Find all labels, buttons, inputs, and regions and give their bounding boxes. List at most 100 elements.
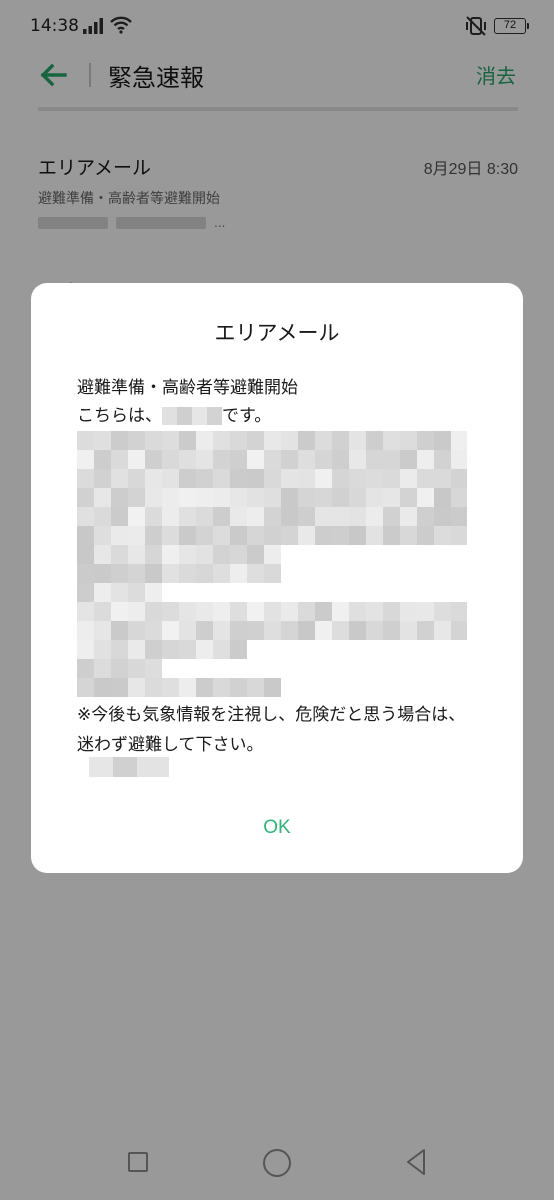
mosaic-cell xyxy=(332,488,349,507)
recent-apps-button[interactable] xyxy=(128,1152,148,1172)
dialog-line-2: こちらは、 です。 xyxy=(77,402,497,430)
mosaic-cell xyxy=(128,431,145,450)
mosaic-cell xyxy=(264,545,281,564)
mosaic-cell xyxy=(230,545,247,564)
mosaic-cell xyxy=(128,526,145,545)
mosaic-cell xyxy=(383,526,400,545)
mosaic-cell xyxy=(230,678,247,697)
mosaic-cell xyxy=(247,507,264,526)
mosaic-cell xyxy=(213,431,230,450)
mosaic-cell xyxy=(366,602,383,621)
mosaic-cell xyxy=(145,678,162,697)
nav-back-button[interactable] xyxy=(404,1148,428,1176)
dialog-line-2-suffix: です。 xyxy=(222,406,272,426)
mosaic-cell xyxy=(111,450,128,469)
mosaic-cell xyxy=(94,431,111,450)
mosaic-cell xyxy=(332,507,349,526)
mosaic-cell xyxy=(196,488,213,507)
home-button[interactable] xyxy=(263,1149,291,1177)
mosaic-cell xyxy=(383,621,400,640)
mosaic-cell xyxy=(77,545,94,564)
mosaic-cell xyxy=(349,507,366,526)
mosaic-cell xyxy=(179,526,196,545)
mosaic-cell xyxy=(162,526,179,545)
mosaic-cell xyxy=(247,545,264,564)
mosaic-cell xyxy=(451,469,467,488)
mosaic-cell xyxy=(230,564,247,583)
mosaic-cell xyxy=(247,526,264,545)
mosaic-cell xyxy=(94,640,111,659)
mosaic-cell xyxy=(417,621,434,640)
mosaic-cell xyxy=(196,469,213,488)
mosaic-cell xyxy=(77,507,94,526)
mosaic-cell xyxy=(451,488,467,507)
mosaic-cell xyxy=(298,602,315,621)
mosaic-cell xyxy=(128,583,145,602)
mosaic-cell xyxy=(162,507,179,526)
mosaic-cell xyxy=(77,431,94,450)
mosaic-cell xyxy=(451,602,467,621)
mosaic-cell xyxy=(111,507,128,526)
mosaic-cell xyxy=(281,526,298,545)
mosaic-cell xyxy=(417,469,434,488)
mosaic-cell xyxy=(366,526,383,545)
mosaic-cell xyxy=(366,469,383,488)
mosaic-cell xyxy=(264,450,281,469)
mosaic-cell xyxy=(298,526,315,545)
mosaic-cell xyxy=(213,545,230,564)
mosaic-cell xyxy=(111,488,128,507)
mosaic-cell xyxy=(162,564,179,583)
mosaic-cell xyxy=(196,507,213,526)
mosaic-cell xyxy=(366,488,383,507)
mosaic-cell xyxy=(128,640,145,659)
mosaic-cell xyxy=(366,621,383,640)
mosaic-cell xyxy=(400,602,417,621)
mosaic-cell xyxy=(145,450,162,469)
mosaic-cell xyxy=(179,640,196,659)
mosaic-cell xyxy=(196,526,213,545)
mosaic-cell xyxy=(94,621,111,640)
mosaic-cell xyxy=(264,526,281,545)
redacted-text xyxy=(162,407,222,425)
mosaic-cell xyxy=(94,564,111,583)
mosaic-cell xyxy=(128,545,145,564)
ok-button[interactable]: OK xyxy=(31,817,523,839)
mosaic-cell xyxy=(94,678,111,697)
mosaic-cell xyxy=(451,507,467,526)
mosaic-cell xyxy=(451,621,467,640)
mosaic-cell xyxy=(94,507,111,526)
dialog-line-1: 避難準備・高齢者等避難開始 xyxy=(77,378,298,398)
mosaic-cell xyxy=(128,450,145,469)
mosaic-cell xyxy=(179,621,196,640)
mosaic-cell xyxy=(196,564,213,583)
mosaic-cell xyxy=(179,545,196,564)
mosaic-cell xyxy=(111,469,128,488)
mosaic-cell xyxy=(298,450,315,469)
mosaic-cell xyxy=(247,431,264,450)
mosaic-cell xyxy=(179,431,196,450)
mosaic-cell xyxy=(128,469,145,488)
mosaic-cell xyxy=(366,431,383,450)
mosaic-cell xyxy=(179,507,196,526)
mosaic-cell xyxy=(162,545,179,564)
mosaic-cell xyxy=(162,469,179,488)
dialog-title: エリアメール xyxy=(214,321,340,345)
mosaic-cell xyxy=(434,488,451,507)
mosaic-cell xyxy=(196,450,213,469)
mosaic-cell xyxy=(128,659,145,678)
mosaic-cell xyxy=(162,431,179,450)
mosaic-cell xyxy=(400,621,417,640)
mosaic-cell xyxy=(128,602,145,621)
mosaic-cell xyxy=(383,469,400,488)
mosaic-cell xyxy=(196,678,213,697)
mosaic-cell xyxy=(383,450,400,469)
mosaic-cell xyxy=(77,488,94,507)
mosaic-cell xyxy=(196,545,213,564)
mosaic-cell xyxy=(145,507,162,526)
mosaic-cell xyxy=(264,469,281,488)
mosaic-cell xyxy=(264,602,281,621)
mosaic-cell xyxy=(417,450,434,469)
mosaic-cell xyxy=(298,488,315,507)
mosaic-cell xyxy=(128,621,145,640)
mosaic-cell xyxy=(366,507,383,526)
